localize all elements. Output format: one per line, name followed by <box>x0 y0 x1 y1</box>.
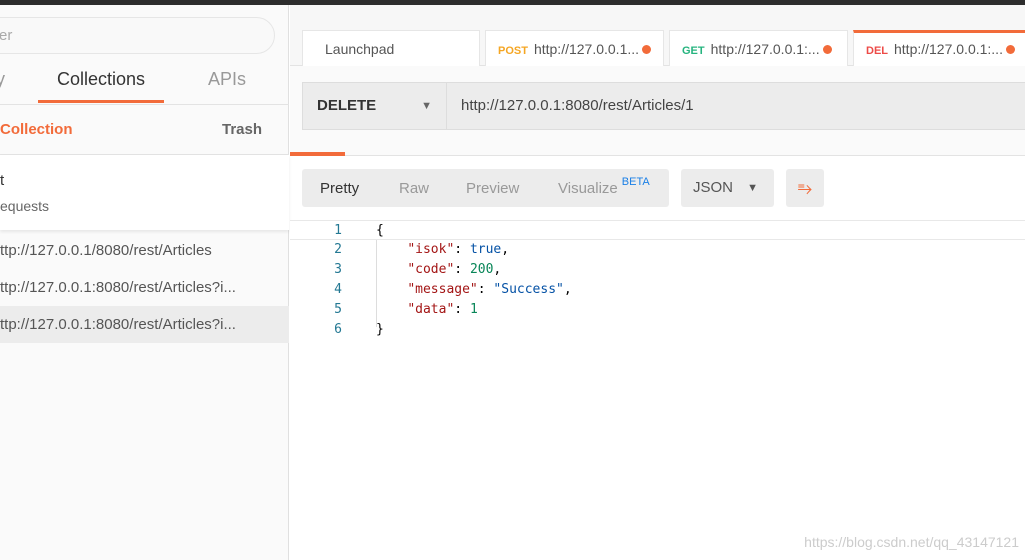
code-line: 2 "isok": true, <box>290 240 1025 260</box>
tab-get[interactable]: GET http://127.0.0.1:... <box>669 30 848 66</box>
tab-collections[interactable]: Collections <box>57 69 145 90</box>
response-tab-indicator <box>290 152 345 156</box>
response-body: 1{ 2 "isok": true, 3 "code": 200, 4 "mes… <box>290 220 1025 340</box>
format-value: JSON <box>693 179 734 196</box>
tab-post[interactable]: POST http://127.0.0.1... <box>485 30 664 66</box>
unsaved-dot-icon <box>822 45 832 54</box>
beta-badge: BETA <box>621 176 650 188</box>
format-select[interactable]: JSON ▼ <box>681 169 774 207</box>
wrap-lines-button[interactable]: ⥱ <box>786 169 824 207</box>
line-number: 5 <box>334 302 342 317</box>
tab-history[interactable]: y <box>0 69 5 90</box>
trash-button[interactable]: Trash <box>222 121 262 138</box>
line-number: 1 <box>334 223 342 238</box>
main-panel: Launchpad POST http://127.0.0.1... GET htt… <box>290 5 1025 560</box>
code-line: 6} <box>290 320 1025 340</box>
chevron-down-icon: ▼ <box>747 182 758 194</box>
visualize-label: Visualize <box>558 180 618 197</box>
tab-apis[interactable]: APIs <box>208 69 246 90</box>
tab-del[interactable]: DEL http://127.0.0.1:... <box>853 30 1025 66</box>
method-select[interactable]: DELETE ▼ <box>302 82 447 130</box>
json-value: 1 <box>469 302 478 317</box>
line-number: 6 <box>334 322 342 337</box>
tab-label: Launchpad <box>325 41 395 57</box>
line-number: 4 <box>334 282 342 297</box>
history-item[interactable]: ttp://127.0.0.1:8080/rest/Articles?i... <box>0 269 289 306</box>
json-key: "data" <box>407 302 455 317</box>
method-value: DELETE <box>317 97 377 114</box>
code-line: 4 "message": "Success", <box>290 280 1025 300</box>
tab-label: http://127.0.0.1:... <box>710 41 820 57</box>
method-badge: DEL <box>866 45 888 57</box>
request-bar: DELETE ▼ http://127.0.0.1:8080/rest/Artic… <box>290 66 1025 156</box>
collection-item[interactable]: t equests <box>0 155 289 230</box>
method-badge: POST <box>498 45 528 57</box>
view-visualize[interactable]: Visualize BETA <box>558 176 650 197</box>
code-line: 1{ <box>290 220 1025 240</box>
view-preview[interactable]: Preview <box>466 180 519 197</box>
collection-count: equests <box>0 198 50 214</box>
sidebar: er y Collections APIs Collection Trash t… <box>0 5 289 560</box>
history-item[interactable]: ttp://127.0.0.1/8080/rest/Articles <box>0 232 289 269</box>
watermark: https://blog.csdn.net/qq_43147121 <box>804 534 1019 550</box>
tab-launchpad[interactable]: Launchpad <box>302 30 480 66</box>
code-text: "data": 1 <box>407 302 478 317</box>
new-collection-button[interactable]: Collection <box>0 121 73 138</box>
code-line: 3 "code": 200, <box>290 260 1025 280</box>
method-badge: GET <box>682 45 705 57</box>
code-text: { <box>376 223 384 238</box>
tab-label: http://127.0.0.1... <box>533 41 640 57</box>
unsaved-dot-icon <box>1005 45 1015 54</box>
json-value: 200 <box>469 262 494 277</box>
request-tabs: Launchpad POST http://127.0.0.1... GET htt… <box>290 5 1025 66</box>
code-text: "message": "Success", <box>407 282 572 297</box>
json-value: true <box>469 242 502 257</box>
json-value: "Success" <box>493 282 564 297</box>
json-key: "code" <box>407 262 455 277</box>
code-text: "code": 200, <box>407 262 502 277</box>
view-raw[interactable]: Raw <box>399 180 429 197</box>
code-line: 5 "data": 1 <box>290 300 1025 320</box>
view-pretty[interactable]: Pretty <box>320 180 359 197</box>
tab-label: http://127.0.0.1:... <box>894 41 1003 57</box>
search-input[interactable]: er <box>0 17 275 54</box>
line-number: 2 <box>334 242 342 257</box>
wrap-icon: ⥱ <box>797 178 813 198</box>
history-item-selected[interactable]: ttp://127.0.0.1:8080/rest/Articles?i... <box>0 306 289 343</box>
code-text: } <box>376 322 384 337</box>
json-key: "message" <box>407 282 478 297</box>
line-number: 3 <box>334 262 342 277</box>
url-input[interactable]: http://127.0.0.1:8080/rest/Articles/1 <box>447 82 1025 130</box>
divider <box>0 104 289 105</box>
unsaved-dot-icon <box>642 45 652 54</box>
active-tab-indicator <box>38 100 164 103</box>
view-mode-tabs: Pretty Raw Preview Visualize BETA <box>302 169 669 207</box>
code-text: "isok": true, <box>407 242 510 257</box>
collection-name: t <box>0 172 5 189</box>
chevron-down-icon: ▼ <box>421 100 432 112</box>
json-key: "isok" <box>407 242 455 257</box>
